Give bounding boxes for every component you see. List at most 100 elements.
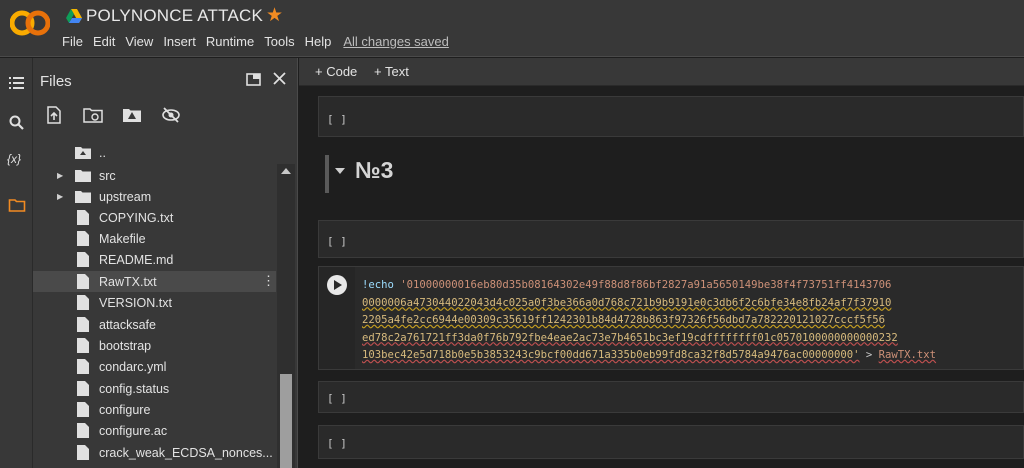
add-code-button[interactable]: + Code: [315, 64, 357, 79]
left-rail: {x}: [0, 58, 33, 468]
execution-count: [ ]: [327, 235, 347, 248]
file-icon: [75, 338, 91, 354]
files-panel-title: Files: [40, 73, 72, 90]
search-icon[interactable]: [8, 114, 26, 132]
save-status[interactable]: All changes saved: [343, 34, 449, 49]
execution-count: [ ]: [327, 392, 347, 405]
code-editor[interactable]: !echo '01000000016eb80d35b08164302e49f88…: [362, 277, 936, 365]
notebook-area: + Code + Text [ ] №3 [ ] !echo '01000000…: [299, 58, 1024, 468]
menu-edit[interactable]: Edit: [93, 34, 115, 49]
expand-panel-icon[interactable]: [246, 73, 261, 86]
file-name: upstream: [99, 189, 152, 204]
file-name: VERSION.txt: [99, 295, 172, 310]
file-row-config-status[interactable]: config.status: [33, 378, 276, 399]
add-text-button[interactable]: + Text: [374, 64, 409, 79]
file-name: configure: [99, 402, 151, 417]
mount-drive-icon[interactable]: [121, 104, 143, 126]
menu-view[interactable]: View: [125, 34, 153, 49]
execution-count: [ ]: [327, 113, 347, 126]
collapse-caret-icon[interactable]: [335, 168, 345, 174]
hide-files-icon[interactable]: [160, 104, 182, 126]
file-icon: [75, 317, 91, 333]
parent-folder-label: ..: [99, 145, 106, 160]
app-header: POLYNONCE ATTACK ★ File Edit View Insert…: [0, 0, 1024, 57]
cell-toolbar: + Code + Text: [299, 58, 1024, 86]
drive-icon: [66, 9, 82, 23]
file-icon: [75, 295, 91, 311]
code-cell-echo[interactable]: !echo '01000000016eb80d35b08164302e49f88…: [318, 266, 1024, 370]
file-row-configure[interactable]: configure: [33, 399, 276, 420]
files-scrollbar[interactable]: [277, 164, 295, 468]
file-row-makefile[interactable]: Makefile: [33, 228, 276, 249]
execution-count: [ ]: [327, 437, 347, 450]
file-row-readme[interactable]: README.md: [33, 249, 276, 270]
file-icon: [75, 402, 91, 418]
scroll-up-icon[interactable]: [281, 168, 291, 174]
menu-file[interactable]: File: [62, 34, 83, 49]
file-row-rawtx[interactable]: RawTX.txt ⋮: [33, 271, 276, 292]
files-panel: Files .. ▶ src ▶ upstream COPYING.txt Ma…: [33, 58, 298, 468]
folder-upload-icon: [75, 145, 91, 161]
code-line: 0000006a473044022043d4c025a0f3be366a0d76…: [362, 296, 892, 309]
file-icon: [75, 274, 91, 290]
file-row-condarc[interactable]: condarc.yml: [33, 356, 276, 377]
menu-insert[interactable]: Insert: [163, 34, 196, 49]
chevron-right-icon[interactable]: ▶: [57, 171, 67, 180]
file-row-src[interactable]: ▶ src: [33, 165, 276, 186]
upload-icon[interactable]: [43, 104, 65, 126]
code-line: 103bec42e5d718b0e5b3853243c9bcf00dd671a3…: [362, 349, 860, 361]
cell-focus-bar: [325, 155, 329, 193]
files-toolbar: [43, 104, 199, 126]
folder-icon[interactable]: [8, 196, 26, 214]
redirect-target: RawTX.txt: [878, 349, 937, 361]
folder-icon: [75, 168, 91, 184]
close-icon[interactable]: [273, 72, 286, 85]
code-line: '01000000016eb80d35b08164302e49f88d8f86b…: [400, 279, 892, 291]
file-name: condarc.yml: [99, 359, 167, 374]
file-row-copying[interactable]: COPYING.txt: [33, 207, 276, 228]
menu-bar: File Edit View Insert Runtime Tools Help…: [62, 34, 459, 49]
more-options-icon[interactable]: ⋮: [262, 273, 275, 288]
file-name: config.status: [99, 381, 170, 396]
section-heading: №3: [355, 157, 394, 183]
file-name: bootstrap: [99, 338, 152, 353]
file-row-configure-ac[interactable]: configure.ac: [33, 420, 276, 441]
file-name: COPYING.txt: [99, 210, 174, 225]
file-name: README.md: [99, 252, 174, 267]
file-row-attacksafe[interactable]: attacksafe: [33, 314, 276, 335]
file-name: Makefile: [99, 231, 146, 246]
menu-runtime[interactable]: Runtime: [206, 34, 254, 49]
run-cell-button[interactable]: [327, 275, 347, 295]
table-of-contents-icon[interactable]: [8, 74, 26, 92]
parent-folder-row[interactable]: ..: [33, 142, 276, 163]
file-row-bootstrap[interactable]: bootstrap: [33, 335, 276, 356]
variables-icon[interactable]: {x}: [7, 152, 25, 170]
file-row-version[interactable]: VERSION.txt: [33, 292, 276, 313]
file-name: RawTX.txt: [99, 274, 157, 289]
file-name: configure.ac: [99, 423, 168, 438]
menu-help[interactable]: Help: [305, 34, 332, 49]
code-cell-empty[interactable]: [ ]: [318, 381, 1024, 413]
code-command: !echo: [362, 279, 394, 291]
folder-icon: [75, 189, 91, 205]
refresh-folder-icon[interactable]: [82, 104, 104, 126]
file-row-crack[interactable]: crack_weak_ECDSA_nonces...: [33, 442, 276, 463]
file-name: src: [99, 168, 116, 183]
file-icon: [75, 231, 91, 247]
file-icon: [75, 359, 91, 375]
star-icon[interactable]: ★: [266, 4, 283, 27]
code-cell-empty[interactable]: [ ]: [318, 425, 1024, 459]
chevron-right-icon[interactable]: ▶: [57, 192, 67, 201]
file-row-upstream[interactable]: ▶ upstream: [33, 186, 276, 207]
text-cell-heading[interactable]: №3: [325, 153, 1015, 195]
notebook-title[interactable]: POLYNONCE ATTACK: [86, 6, 263, 26]
code-line: ed78c2a761721ff3da0f76b792fbe4eae2ac73e7…: [362, 331, 898, 344]
code-cell-empty[interactable]: [ ]: [318, 220, 1024, 258]
file-name: attacksafe: [99, 317, 156, 332]
colab-logo[interactable]: [10, 7, 50, 39]
scroll-thumb[interactable]: [280, 374, 292, 468]
file-icon: [75, 252, 91, 268]
code-cell-empty[interactable]: [ ]: [318, 96, 1024, 137]
code-line: 2205a4fe2cc6944e00309c35619ff1242301b84d…: [362, 314, 885, 326]
menu-tools[interactable]: Tools: [264, 34, 294, 49]
